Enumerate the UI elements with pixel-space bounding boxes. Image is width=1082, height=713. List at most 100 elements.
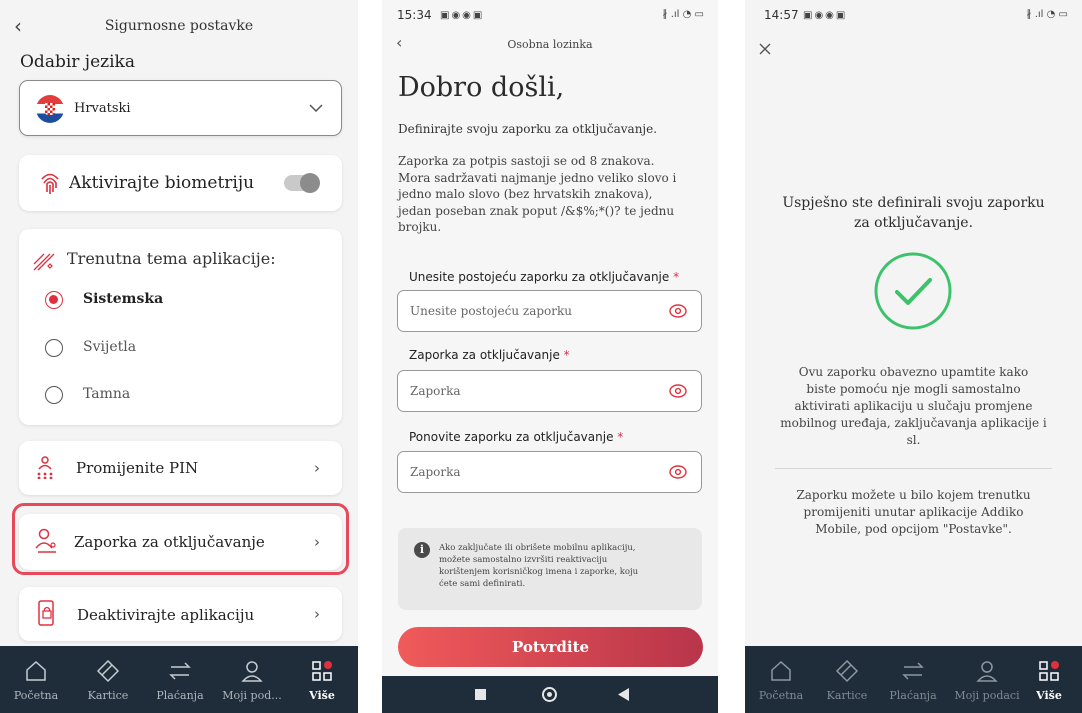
repeat-password-input[interactable]: Zaporka <box>397 451 702 493</box>
fingerprint-icon <box>41 173 59 194</box>
confirm-button[interactable]: Potvrdite <box>398 627 703 667</box>
nav-payments-label: Plaćanja <box>889 689 937 702</box>
deactivate-app-item[interactable]: Deaktivirajte aplikaciju › <box>19 587 342 641</box>
nav-payments-label: Plaćanja <box>156 689 204 702</box>
page-title: Sigurnosne postavke <box>104 18 254 34</box>
person-icon <box>241 661 263 682</box>
info-line: ćete sami definirati. <box>439 579 526 589</box>
change-info-text: Zaporku možete u bilo kojem trenutku pro… <box>745 487 1082 538</box>
nav-home[interactable]: Početna <box>745 646 817 713</box>
home-icon <box>771 660 791 681</box>
bottom-navigation: Početna Kartice Plaćanja Moji pod... Viš… <box>0 646 358 713</box>
theme-radio-dark[interactable] <box>45 386 63 404</box>
repeat-password-placeholder: Zaporka <box>410 465 461 479</box>
field3-label: Ponovite zaporku za otključavanje * <box>409 430 624 444</box>
info-icon: i <box>414 542 430 558</box>
theme-option-system: Sistemska <box>83 291 164 307</box>
info-text: Ako zaključate ili obrišete mobilnu apli… <box>439 542 638 590</box>
existing-password-placeholder: Unesite postojeću zaporku <box>410 304 572 318</box>
theme-option-light: Svijetla <box>83 339 137 355</box>
close-icon[interactable] <box>759 43 771 55</box>
page-title: Osobna lozinka <box>507 38 593 51</box>
back-button[interactable] <box>618 688 630 701</box>
nav-my-data-label: Moji podaci <box>954 689 1020 702</box>
nav-cards[interactable]: Kartice <box>811 646 883 713</box>
status-time: 15:34 <box>397 8 432 22</box>
change-line: Mobile, pod opcijom "Postavke". <box>815 522 1012 536</box>
nav-my-data[interactable]: Moji podaci <box>951 646 1023 713</box>
nav-more[interactable]: Više <box>286 646 358 713</box>
eye-icon[interactable] <box>669 303 687 319</box>
person-icon <box>976 661 998 682</box>
highlight-outline <box>12 503 349 575</box>
nav-payments[interactable]: Plaćanja <box>877 646 949 713</box>
nav-cards[interactable]: Kartice <box>72 646 144 713</box>
info-line: Ako zaključate ili obrišete mobilnu apli… <box>439 543 636 553</box>
home-button[interactable] <box>542 687 557 702</box>
success-line: za otključavanje. <box>853 215 974 231</box>
remember-line: biste pomoću nje mogli samostalno <box>806 382 1021 396</box>
nav-more-label: Više <box>1036 689 1062 702</box>
subtitle: Definirajte svoju zaporku za otključavan… <box>398 122 658 136</box>
check-circle-icon <box>874 252 952 330</box>
transfer-icon <box>169 662 191 680</box>
change-line: promijeniti unutar aplikacije Addiko <box>803 505 1024 519</box>
remember-line: Ovu zaporku obavezno upamtite kako <box>798 365 1029 379</box>
status-time: 14:57 <box>764 8 799 22</box>
remember-line: sl. <box>906 433 921 447</box>
theme-radio-system[interactable] <box>45 291 63 309</box>
nav-cards-label: Kartice <box>826 689 868 702</box>
theme-heading: Trenutna tema aplikacije: <box>67 249 276 268</box>
rule-line: jedno malo slovo (bez hrvatskih znakova)… <box>398 187 653 201</box>
card-icon <box>96 659 120 683</box>
existing-password-input[interactable]: Unesite postojeću zaporku <box>397 290 702 332</box>
status-system-icons: ∦ .ıl ◔ ▭ <box>1026 9 1068 20</box>
personal-password-screen: 15:34 ▣◉◉▣ ∦ .ıl ◔ ▭ ‹ Osobna lozinka Do… <box>382 0 718 713</box>
info-line: možete samostalno izvršiti reaktivaciju <box>439 555 608 565</box>
bottom-navigation: Početna Kartice Plaćanja Moji podaci Viš… <box>745 646 1082 713</box>
card-icon <box>835 659 859 683</box>
nav-home-label: Početna <box>13 689 59 702</box>
info-box: i Ako zaključate ili obrišete mobilnu ap… <box>398 528 702 610</box>
theme-radio-light[interactable] <box>45 339 63 357</box>
nav-my-data-label: Moji pod... <box>222 689 282 702</box>
language-value: Hrvatski <box>74 101 131 116</box>
remember-text: Ovu zaporku obavezno upamtite kako biste… <box>745 364 1082 449</box>
remember-line: mobilnog uređaja, zaključavanja aplikaci… <box>780 416 1047 430</box>
biometrics-toggle[interactable] <box>284 173 320 193</box>
status-icons: ▣◉◉▣ <box>440 10 485 21</box>
language-select[interactable]: Hrvatski <box>19 80 342 136</box>
nav-more[interactable]: Više <box>1019 646 1079 713</box>
language-heading: Odabir jezika <box>20 52 135 72</box>
divider <box>775 468 1052 469</box>
eye-icon[interactable] <box>669 383 687 399</box>
change-line: Zaporku možete u bilo kojem trenutku <box>796 488 1031 502</box>
android-nav-bar <box>382 676 718 713</box>
new-password-input[interactable]: Zaporka <box>397 370 702 412</box>
password-success-screen: 14:57 ▣◉◉▣ ∦ .ıl ◔ ▭ Uspješno ste defini… <box>745 0 1082 713</box>
confirm-button-label: Potvrdite <box>511 638 590 656</box>
nav-payments[interactable]: Plaćanja <box>144 646 216 713</box>
info-line: korištenjem korisničkog imena i zaporke,… <box>439 567 639 577</box>
nav-home-label: Početna <box>758 689 804 702</box>
nav-home[interactable]: Početna <box>0 646 72 713</box>
recents-button[interactable] <box>475 689 486 700</box>
eye-icon[interactable] <box>669 464 687 480</box>
rule-line: jedan poseban znak poput /&$%;*()? te je… <box>398 203 675 218</box>
deactivate-app-label: Deaktivirajte aplikaciju <box>77 606 255 624</box>
pin-icon <box>37 456 53 479</box>
nav-my-data[interactable]: Moji pod... <box>216 646 288 713</box>
theme-icon <box>33 253 55 271</box>
biometrics-card: Aktivirajte biometriju <box>19 155 342 211</box>
password-rules: Zaporka za potpis sastoji se od 8 znakov… <box>398 153 676 236</box>
field2-label: Zaporka za otključavanje * <box>409 348 570 362</box>
change-pin-label: Promijenite PIN <box>76 459 199 477</box>
remember-line: aktivirati aplikaciju u slučaju promjene <box>794 399 1033 413</box>
theme-card: Trenutna tema aplikacije: Sistemska Svij… <box>19 229 342 425</box>
home-icon <box>26 660 46 681</box>
nav-cards-label: Kartice <box>87 689 129 702</box>
grid-icon <box>1039 661 1059 681</box>
security-settings-screen: ‹ Sigurnosne postavke Odabir jezika Hrva… <box>0 0 358 713</box>
rule-line: brojku. <box>398 220 442 234</box>
change-pin-item[interactable]: Promijenite PIN › <box>19 441 342 495</box>
